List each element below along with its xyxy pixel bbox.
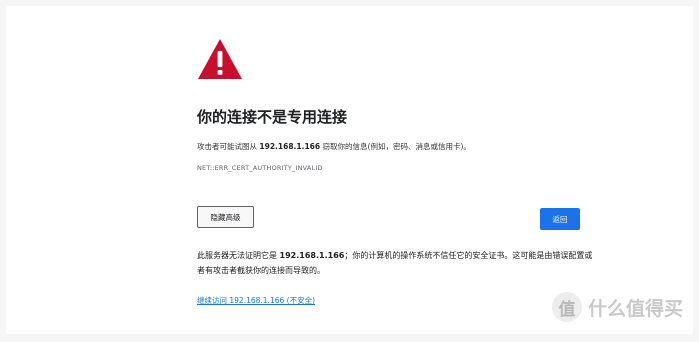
hide-advanced-button[interactable]: 隐藏高级 <box>197 206 254 228</box>
watermark: 值 什么值得买 <box>551 292 683 322</box>
advanced-details: 此服务器无法证明它是 192.168.1.166；你的计算机的操作系统不信任它的… <box>197 248 597 278</box>
details-host: 192.168.1.166 <box>279 251 345 260</box>
warning-triangle-icon <box>197 38 243 80</box>
description-host: 192.168.1.166 <box>259 142 321 151</box>
page-title: 你的连接不是专用连接 <box>197 108 348 126</box>
error-code: NET::ERR_CERT_AUTHORITY_INVALID <box>197 164 323 172</box>
details-prefix: 此服务器无法证明它是 <box>197 251 277 260</box>
watermark-logo-icon: 值 <box>551 292 582 322</box>
back-button[interactable]: 返回 <box>540 208 580 230</box>
watermark-text: 什么值得买 <box>587 297 683 320</box>
description-prefix: 攻击者可能试图从 <box>197 142 257 151</box>
interstitial-page: 你的连接不是专用连接 攻击者可能试图从 192.168.1.166 窃取你的信息… <box>6 6 693 334</box>
error-description: 攻击者可能试图从 192.168.1.166 窃取你的信息(例如，密码、消息或信… <box>197 141 471 152</box>
proceed-unsafe-link[interactable]: 继续访问 192.168.1.166 (不安全) <box>197 295 315 306</box>
description-suffix: 窃取你的信息(例如，密码、消息或信用卡)。 <box>322 142 471 151</box>
